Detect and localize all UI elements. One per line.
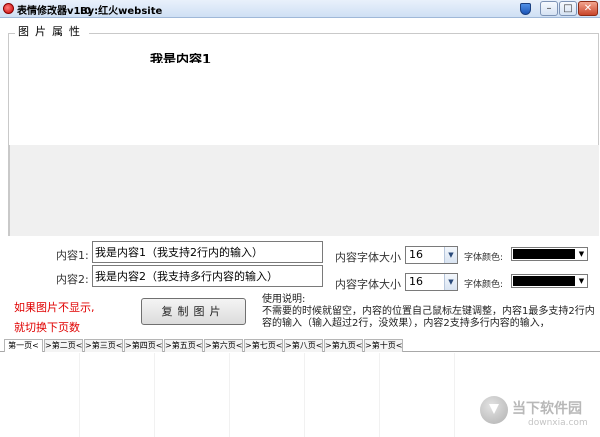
usage-body: 不需要的时候就留空，内容的位置自己鼠标左键调整，内容1最多支持2行内容的输入（输… (262, 306, 595, 329)
tab-page-4[interactable]: >第四页< (124, 339, 163, 352)
font-size-value-1: 16 (409, 248, 423, 261)
chevron-down-icon: ▼ (444, 274, 457, 290)
font-size-select-2[interactable]: 16 ▼ (405, 273, 458, 291)
chevron-down-icon: ▼ (444, 247, 457, 263)
content2-input[interactable]: 我是内容2（我支持多行内容的输入） (92, 265, 323, 287)
font-color-select-2[interactable]: ▼ (511, 274, 588, 288)
divider (454, 353, 455, 437)
group-legend: 图片属性 (15, 23, 89, 39)
copy-image-button[interactable]: 复制图片 (141, 298, 246, 325)
tab-page-6[interactable]: >第六页< (204, 339, 243, 352)
author-label: By:红火website (80, 6, 163, 17)
watermark-text: 当下软件园 (512, 401, 582, 417)
chevron-down-icon: ▼ (578, 277, 585, 285)
close-button[interactable]: ✕ (578, 1, 598, 16)
title-bar: 表情修改器v1.0 By:红火website – □ ✕ (0, 0, 600, 18)
chevron-down-icon: ▼ (578, 250, 585, 258)
content1-label: 内容1: (56, 249, 89, 262)
divider (304, 353, 305, 437)
watermark-url: downxia.com (528, 418, 588, 428)
app-icon (3, 3, 14, 14)
tab-page-9[interactable]: >第九页< (324, 339, 363, 352)
download-icon (480, 396, 508, 424)
preview-canvas-text[interactable]: 我是内容1 (150, 53, 230, 63)
tab-page-1[interactable]: 第一页< (4, 339, 43, 352)
font-size-label-2: 内容字体大小 (335, 278, 401, 291)
tab-page-5[interactable]: >第五页< (164, 339, 203, 352)
tab-page-2[interactable]: >第二页< (44, 339, 83, 352)
divider (154, 353, 155, 437)
color-swatch-1 (513, 249, 575, 259)
tab-page-7[interactable]: >第七页< (244, 339, 283, 352)
note-line-2: 就切换下页数 (14, 321, 80, 334)
font-size-value-2: 16 (409, 275, 423, 288)
font-color-select-1[interactable]: ▼ (511, 247, 588, 261)
font-color-label-2: 字体颜色: (464, 280, 504, 290)
font-size-select-1[interactable]: 16 ▼ (405, 246, 458, 264)
usage-title: 使用说明: (262, 294, 306, 305)
tab-page-10[interactable]: >第十页< (364, 339, 403, 352)
tab-page-3[interactable]: >第三页< (84, 339, 123, 352)
usage-instructions: 使用说明: 不需要的时候就留空，内容的位置自己鼠标左键调整，内容1最多支持2行内… (262, 294, 596, 330)
page-tabs: 第一页< >第二页< >第三页< >第四页< >第五页< >第六页< >第七页<… (0, 339, 600, 352)
preview-canvas-area (9, 145, 599, 236)
shield-icon (520, 3, 531, 15)
font-color-label-1: 字体颜色: (464, 253, 504, 263)
color-swatch-2 (513, 276, 575, 286)
tab-content-area (4, 353, 599, 437)
content2-label: 内容2: (56, 273, 89, 286)
tab-page-8[interactable]: >第八页< (284, 339, 323, 352)
maximize-button[interactable]: □ (559, 1, 577, 16)
divider (229, 353, 230, 437)
minimize-button[interactable]: – (540, 1, 558, 16)
divider (379, 353, 380, 437)
note-line-1: 如果图片不显示, (14, 301, 95, 314)
divider (79, 353, 80, 437)
content1-input[interactable]: 我是内容1（我支持2行内的输入） (92, 241, 323, 263)
font-size-label-1: 内容字体大小 (335, 251, 401, 264)
